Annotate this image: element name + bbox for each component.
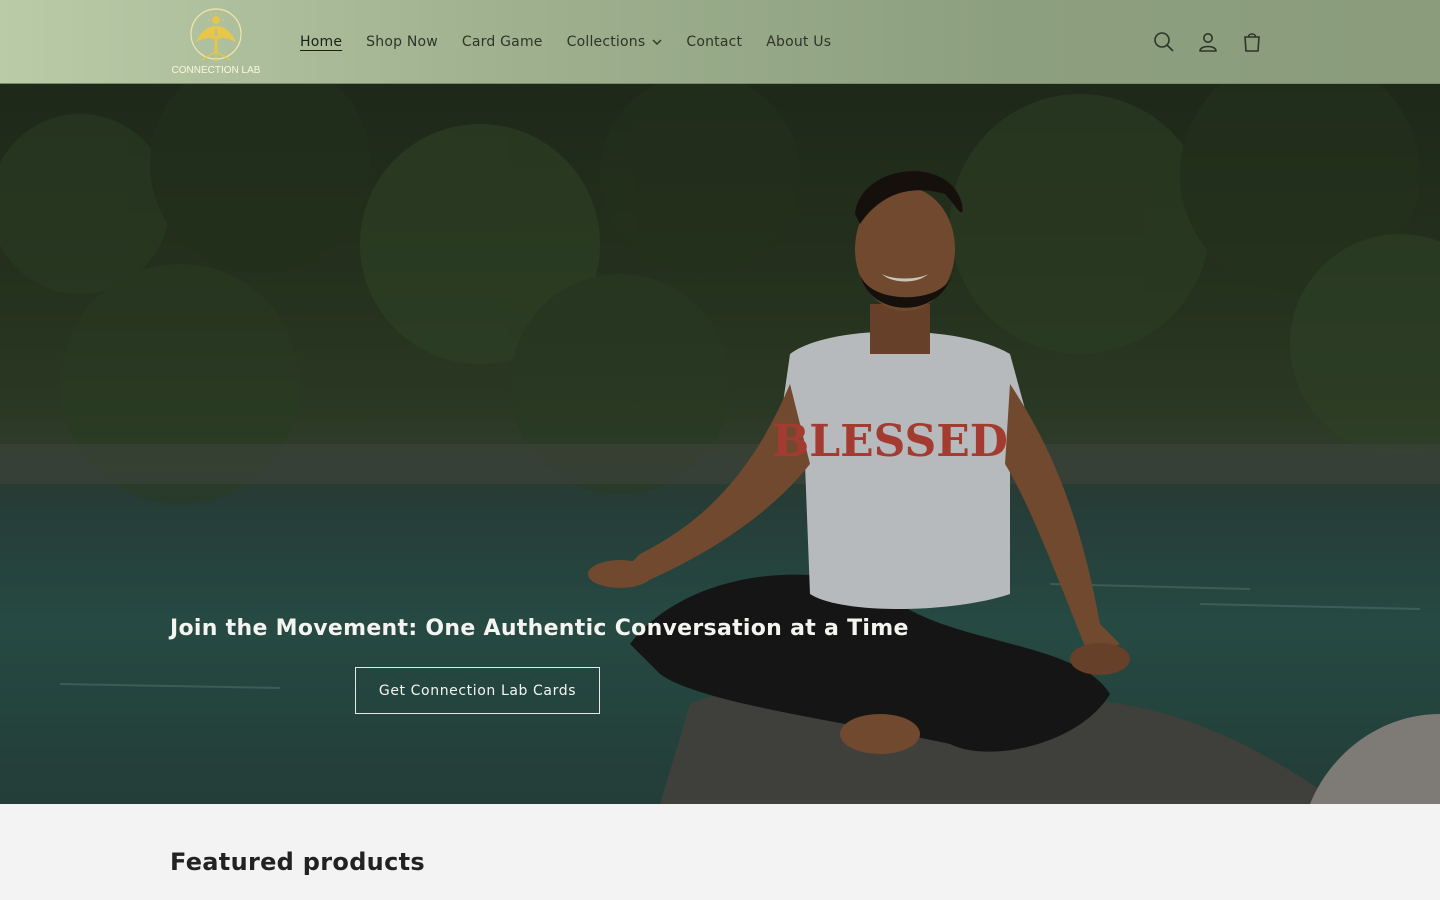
hero-overlay (0, 84, 1440, 804)
main-nav: Home Shop Now Card Game Collections Cont… (288, 0, 843, 84)
hero-heading: Join the Movement: One Authentic Convers… (170, 616, 909, 641)
site-header: CONNECTION LAB Home Shop Now Card Game C… (0, 0, 1440, 84)
nav-item-contact[interactable]: Contact (674, 34, 754, 50)
nav-item-card-game[interactable]: Card Game (450, 34, 555, 50)
nav-label: Shop Now (366, 34, 438, 50)
chevron-down-icon (652, 39, 662, 45)
nav-label: About Us (766, 34, 832, 50)
nav-item-collections[interactable]: Collections (555, 34, 675, 50)
account-icon[interactable] (1186, 20, 1230, 64)
hero-banner: BLESSED Join the Movement: One Authentic… (0, 84, 1440, 804)
nav-item-about-us[interactable]: About Us (754, 34, 843, 50)
logo-text: CONNECTION LAB (171, 65, 261, 76)
featured-products-section: Featured products (0, 804, 1440, 900)
site-logo[interactable]: CONNECTION LAB (170, 8, 262, 76)
nav-label: Collections (566, 34, 646, 50)
featured-products-title: Featured products (170, 848, 425, 876)
nav-item-home[interactable]: Home (288, 34, 354, 50)
cart-icon[interactable] (1230, 20, 1274, 64)
get-cards-button[interactable]: Get Connection Lab Cards (355, 667, 600, 714)
nav-label: Home (300, 34, 343, 50)
nav-label: Card Game (461, 34, 543, 50)
tree-of-life-logo-icon (190, 8, 242, 61)
nav-item-shop-now[interactable]: Shop Now (354, 34, 450, 50)
search-icon[interactable] (1142, 20, 1186, 64)
header-icons (1142, 20, 1274, 64)
nav-label: Contact (686, 34, 743, 50)
